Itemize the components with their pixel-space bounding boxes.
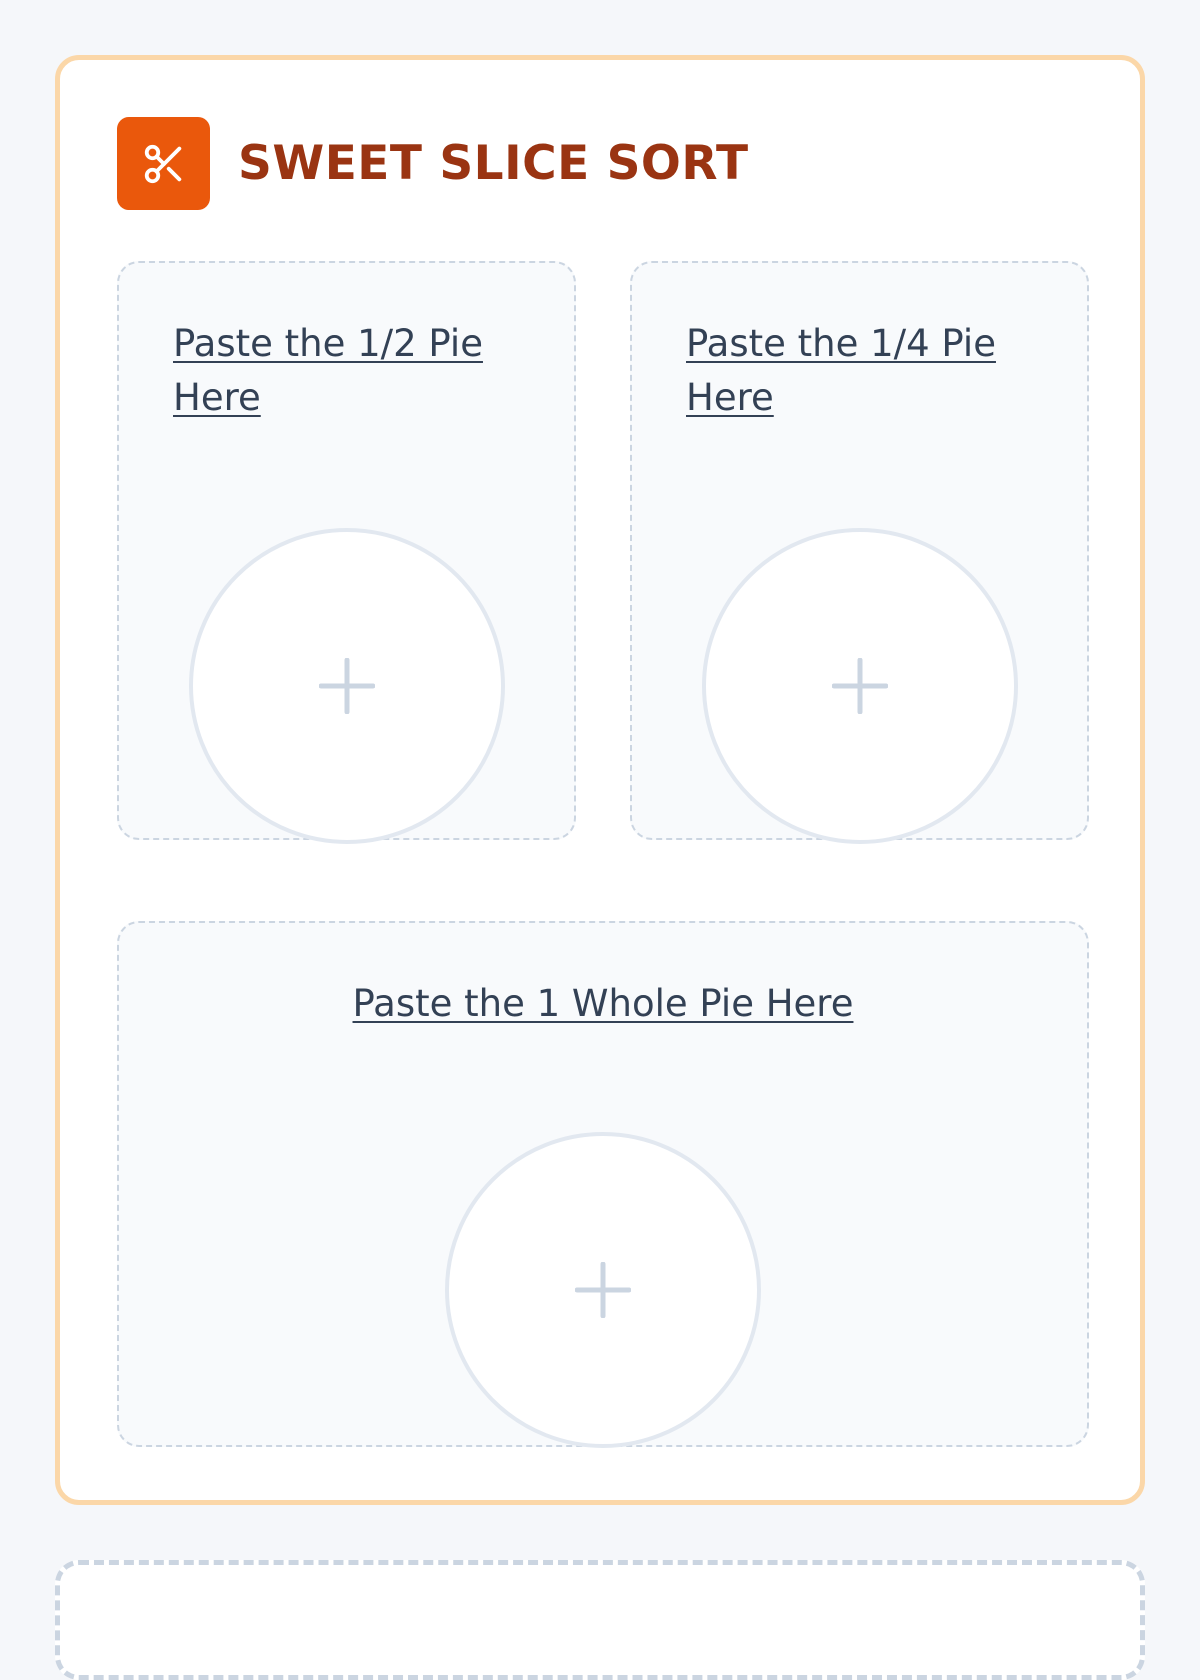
plus-icon <box>575 1262 631 1318</box>
plus-icon <box>832 658 888 714</box>
half-pie-paste-link[interactable]: Paste the 1/2 Pie Here <box>173 317 513 425</box>
half-pie-drop-zone[interactable]: Paste the 1/2 Pie Here <box>117 261 576 844</box>
half-pie-plate[interactable] <box>189 528 505 844</box>
header: SWEET SLICE SORT <box>117 117 749 210</box>
app-logo <box>117 117 210 210</box>
plus-icon <box>319 658 375 714</box>
whole-pie-drop-zone[interactable]: Paste the 1 Whole Pie Here <box>117 921 1089 1448</box>
quarter-pie-plate[interactable] <box>702 528 1018 844</box>
app-title: SWEET SLICE SORT <box>238 136 749 191</box>
whole-pie-plate[interactable] <box>445 1132 761 1448</box>
quarter-pie-drop-zone[interactable]: Paste the 1/4 Pie Here <box>630 261 1089 844</box>
secondary-drop-zone[interactable] <box>55 1560 1145 1680</box>
whole-pie-paste-link[interactable]: Paste the 1 Whole Pie Here <box>119 977 1087 1031</box>
scissors-icon <box>144 144 181 183</box>
quarter-pie-paste-link[interactable]: Paste the 1/4 Pie Here <box>686 317 1026 425</box>
pie-sort-card: SWEET SLICE SORT Paste the 1/2 Pie Here … <box>55 55 1145 1505</box>
